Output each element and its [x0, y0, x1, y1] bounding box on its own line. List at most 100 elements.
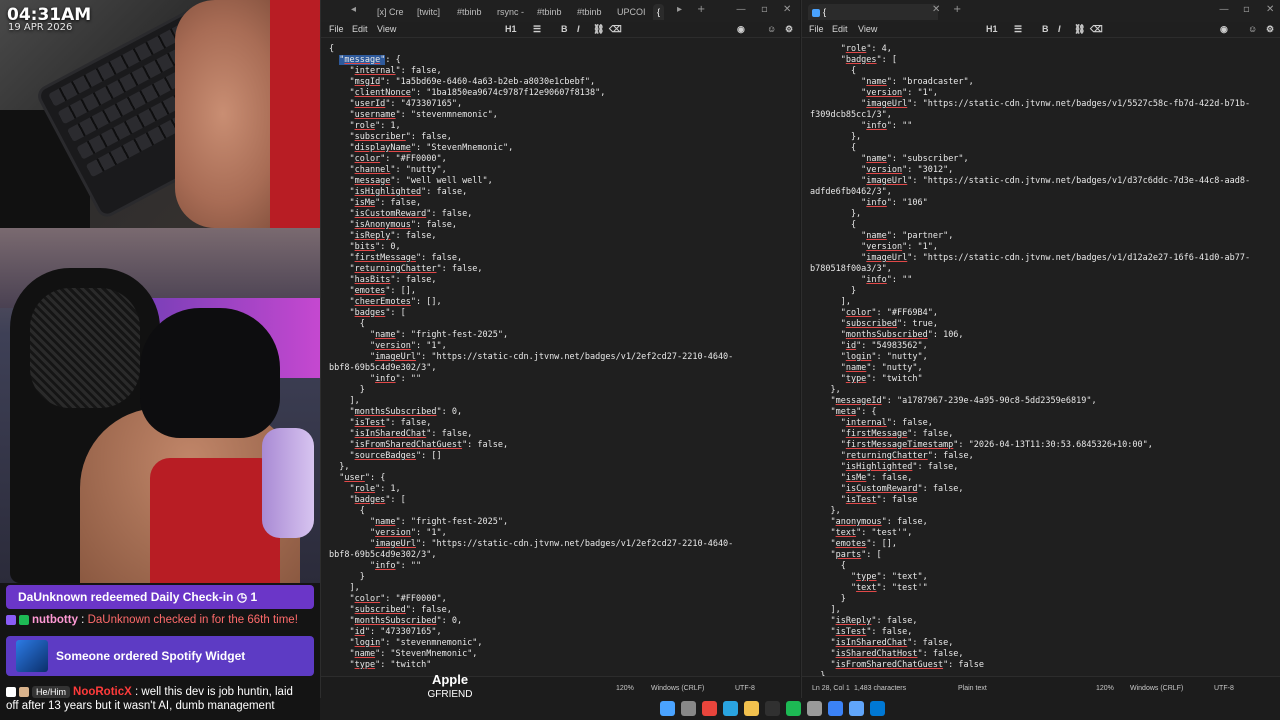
- clear-format-icon[interactable]: ⌫: [1090, 24, 1103, 35]
- maximize-icon[interactable]: ▫: [1243, 4, 1250, 15]
- close-icon[interactable]: ✕: [783, 4, 791, 15]
- profile-icon[interactable]: ☺: [1248, 24, 1257, 34]
- code-line: b780518f00a3/3",: [810, 264, 892, 274]
- close-icon[interactable]: ✕: [1266, 4, 1274, 15]
- menu-view[interactable]: View: [858, 24, 877, 34]
- code-line: "displayName": "StevenMnemonic",: [329, 143, 514, 153]
- code-line: "isTest": false,: [329, 418, 432, 428]
- code-line: "emotes": [],: [810, 539, 898, 549]
- search-icon[interactable]: [681, 701, 696, 716]
- gear-icon[interactable]: ⚙: [785, 24, 793, 35]
- gear-icon[interactable]: ⚙: [1266, 24, 1274, 35]
- folder-icon[interactable]: [744, 701, 759, 716]
- code-line: ],: [810, 297, 851, 307]
- editor-text-left[interactable]: { "message": { "internal": false, "msgId…: [321, 44, 800, 676]
- maximize-icon[interactable]: ▫: [761, 4, 768, 15]
- tab-active[interactable]: {: [653, 4, 665, 20]
- new-tab-icon[interactable]: +: [697, 4, 705, 15]
- minimize-icon[interactable]: —: [1219, 4, 1229, 15]
- menu-file[interactable]: File: [329, 24, 344, 34]
- cursor-position[interactable]: Ln 28, Col 1: [812, 685, 850, 692]
- code-line: },: [810, 132, 862, 142]
- profile-icon[interactable]: ☺: [767, 24, 776, 34]
- close-tab-icon[interactable]: ✕: [932, 4, 940, 15]
- code-line: "version": "1",: [329, 528, 447, 538]
- code-line: "sourceBadges": []: [329, 451, 442, 461]
- vscode-icon[interactable]: [870, 701, 885, 716]
- code-line: "type": "twitch": [810, 374, 923, 384]
- code-line: "message": "well well well",: [329, 176, 493, 186]
- copilot-icon[interactable]: ◉: [737, 24, 745, 35]
- clear-format-icon[interactable]: ⌫: [609, 24, 622, 35]
- code-line: "imageUrl": "https://static-cdn.jtvnw.ne…: [810, 99, 1251, 109]
- tab-active[interactable]: {: [808, 4, 938, 20]
- heading-select[interactable]: H1: [505, 24, 517, 34]
- tab-6[interactable]: #tbinb: [573, 4, 606, 20]
- windows-icon[interactable]: [660, 701, 675, 716]
- webcam-top: [0, 0, 320, 228]
- play-icon[interactable]: ▸: [677, 4, 682, 15]
- tab-1[interactable]: [x] Cre: [373, 4, 408, 20]
- menu-edit[interactable]: Edit: [832, 24, 848, 34]
- encoding[interactable]: UTF-8: [1214, 685, 1234, 692]
- code-line: "monthsSubscribed": 0,: [329, 407, 463, 417]
- tab-4[interactable]: rsync -: [493, 4, 528, 20]
- new-tab-icon[interactable]: +: [953, 4, 961, 15]
- chat-username[interactable]: NooRoticX: [73, 686, 132, 698]
- menu-view[interactable]: View: [377, 24, 396, 34]
- code-line: "isHighlighted": false,: [329, 187, 468, 197]
- italic-icon[interactable]: I: [577, 24, 580, 34]
- code-line: "info": "": [810, 275, 913, 285]
- code-line: "info": "106": [810, 198, 928, 208]
- line-ending[interactable]: Windows (CRLF): [1130, 685, 1183, 692]
- code-line: "isCustomReward": false,: [810, 484, 964, 494]
- code-line: "monthsSubscribed": 0,: [329, 616, 463, 626]
- terminal-icon[interactable]: [765, 701, 780, 716]
- edge-icon[interactable]: [723, 701, 738, 716]
- bold-icon[interactable]: B: [561, 24, 568, 34]
- code-line: "text": "test'": [810, 583, 928, 593]
- italic-icon[interactable]: I: [1058, 24, 1061, 34]
- code-line: "version": "3012",: [810, 165, 954, 175]
- jersey: [270, 0, 320, 228]
- back-icon[interactable]: ◂: [351, 4, 356, 15]
- zoom-level[interactable]: 120%: [616, 685, 634, 692]
- tab-bar: { ✕ + — ▫ ✕: [802, 0, 1280, 22]
- list-icon[interactable]: ☰: [533, 24, 541, 35]
- list-icon[interactable]: ☰: [1014, 24, 1022, 35]
- format-mode[interactable]: Plain text: [958, 685, 987, 692]
- code-line: },: [329, 462, 350, 472]
- code-line: "login": "nutty",: [810, 352, 928, 362]
- tab-5[interactable]: #tbinb: [533, 4, 566, 20]
- code-line: "role": 4,: [810, 44, 892, 54]
- encoding[interactable]: UTF-8: [735, 685, 755, 692]
- menu-bar: File Edit View H1 ☰ B I ⛓ ⌫ ◉ ☺ ⚙: [802, 22, 1280, 38]
- line-ending[interactable]: Windows (CRLF): [651, 685, 704, 692]
- chat-username[interactable]: nutbotty: [32, 614, 78, 626]
- shield-icon: [6, 687, 16, 697]
- code-line: "id": "54983562",: [810, 341, 928, 351]
- chrome-icon[interactable]: [702, 701, 717, 716]
- copilot-icon[interactable]: ◉: [1220, 24, 1228, 35]
- tab-3[interactable]: #tbinb: [453, 4, 486, 20]
- tab-2[interactable]: [twitc]: [413, 4, 444, 20]
- code-line: "name": "nutty",: [810, 363, 923, 373]
- link-icon[interactable]: ⛓: [1074, 24, 1085, 35]
- menu-file[interactable]: File: [809, 24, 824, 34]
- code-line: "version": "1",: [810, 88, 938, 98]
- files-icon[interactable]: [828, 701, 843, 716]
- tab-7[interactable]: UPCOI: [613, 4, 650, 20]
- code-line: }: [329, 572, 365, 582]
- menu-bar: File Edit View H1 ☰ B I ⛓ ⌫ ◉ ☺ ⚙: [321, 22, 800, 38]
- app-icon[interactable]: [807, 701, 822, 716]
- notepad-icon[interactable]: [849, 701, 864, 716]
- code-line: "emotes": [],: [329, 286, 417, 296]
- bold-icon[interactable]: B: [1042, 24, 1049, 34]
- link-icon[interactable]: ⛓: [593, 24, 604, 35]
- spotify-icon[interactable]: [786, 701, 801, 716]
- zoom-level[interactable]: 120%: [1096, 685, 1114, 692]
- heading-select[interactable]: H1: [986, 24, 998, 34]
- editor-text-right[interactable]: "role": 4, "badges": [ { "name": "broadc…: [802, 44, 1280, 676]
- minimize-icon[interactable]: —: [736, 4, 746, 15]
- menu-edit[interactable]: Edit: [352, 24, 368, 34]
